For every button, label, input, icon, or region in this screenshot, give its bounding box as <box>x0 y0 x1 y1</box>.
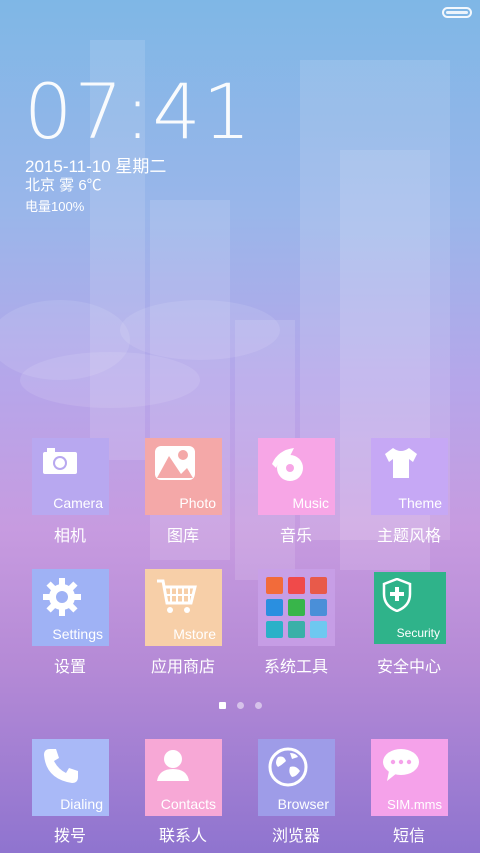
sms-app-tile[interactable]: SIM.mms <box>371 739 448 816</box>
battery-text: 电量100% <box>25 199 85 214</box>
photo-tile-label: Photo <box>179 495 216 511</box>
globe-icon <box>268 747 308 787</box>
mstore-app-tile[interactable]: Mstore <box>145 569 222 646</box>
system-tools-folder[interactable] <box>258 569 335 646</box>
theme-app-tile[interactable]: Theme <box>371 438 448 515</box>
security-app-name: 安全中心 <box>376 659 441 676</box>
page-dot-3[interactable] <box>255 702 262 709</box>
security-app-tile[interactable]: Security <box>374 572 446 644</box>
page-dot-2[interactable] <box>237 702 244 709</box>
camera-app-tile[interactable]: Camera <box>32 438 109 515</box>
shield-icon <box>382 578 412 612</box>
mstore-tile-label: Mstore <box>173 626 216 642</box>
camera-tile-label: Camera <box>53 495 103 511</box>
contacts-tile-label: Contacts <box>160 796 216 812</box>
dialing-app-name: 拨号 <box>53 828 86 845</box>
camera-app-name: 相机 <box>53 528 86 545</box>
dialing-tile-label: Dialing <box>60 796 103 812</box>
page-dot-1[interactable] <box>219 702 226 709</box>
message-icon <box>383 749 419 781</box>
security-tile-label: Security <box>396 626 440 640</box>
page-indicator <box>0 702 480 712</box>
contact-icon <box>157 750 189 781</box>
theme-tile-label: Theme <box>398 495 442 511</box>
clock-time: 07:41 <box>24 67 254 156</box>
dialing-app-tile[interactable]: Dialing <box>32 739 109 816</box>
photo-icon <box>155 446 195 480</box>
settings-tile-label: Settings <box>52 626 103 642</box>
theme-shirt-icon <box>385 448 417 478</box>
cart-icon <box>157 579 197 613</box>
browser-tile-label: Browser <box>277 796 329 812</box>
sms-app-name: 短信 <box>392 828 425 845</box>
system-tools-name: 系统工具 <box>263 659 328 676</box>
phone-icon <box>44 749 78 783</box>
gear-icon <box>43 578 81 616</box>
browser-app-tile[interactable]: Browser <box>258 739 335 816</box>
camera-icon <box>43 448 77 474</box>
settings-app-name: 设置 <box>53 659 86 676</box>
sms-tile-label: SIM.mms <box>387 797 442 812</box>
mstore-app-name: 应用商店 <box>150 659 215 676</box>
music-app-tile[interactable]: Music <box>258 438 335 515</box>
folder-icon <box>264 575 329 640</box>
contacts-app-name: 联系人 <box>158 828 207 845</box>
photo-app-name: 图库 <box>166 528 199 545</box>
weather-text: 北京 雾 6℃ <box>25 177 102 194</box>
battery-icon <box>442 7 472 18</box>
photo-app-tile[interactable]: Photo <box>145 438 222 515</box>
music-app-name: 音乐 <box>279 528 312 545</box>
theme-app-name: 主题风格 <box>376 528 441 545</box>
contacts-app-tile[interactable]: Contacts <box>145 739 222 816</box>
settings-app-tile[interactable]: Settings <box>32 569 109 646</box>
browser-app-name: 浏览器 <box>271 828 320 845</box>
music-tile-label: Music <box>292 495 329 511</box>
music-icon <box>272 448 303 481</box>
